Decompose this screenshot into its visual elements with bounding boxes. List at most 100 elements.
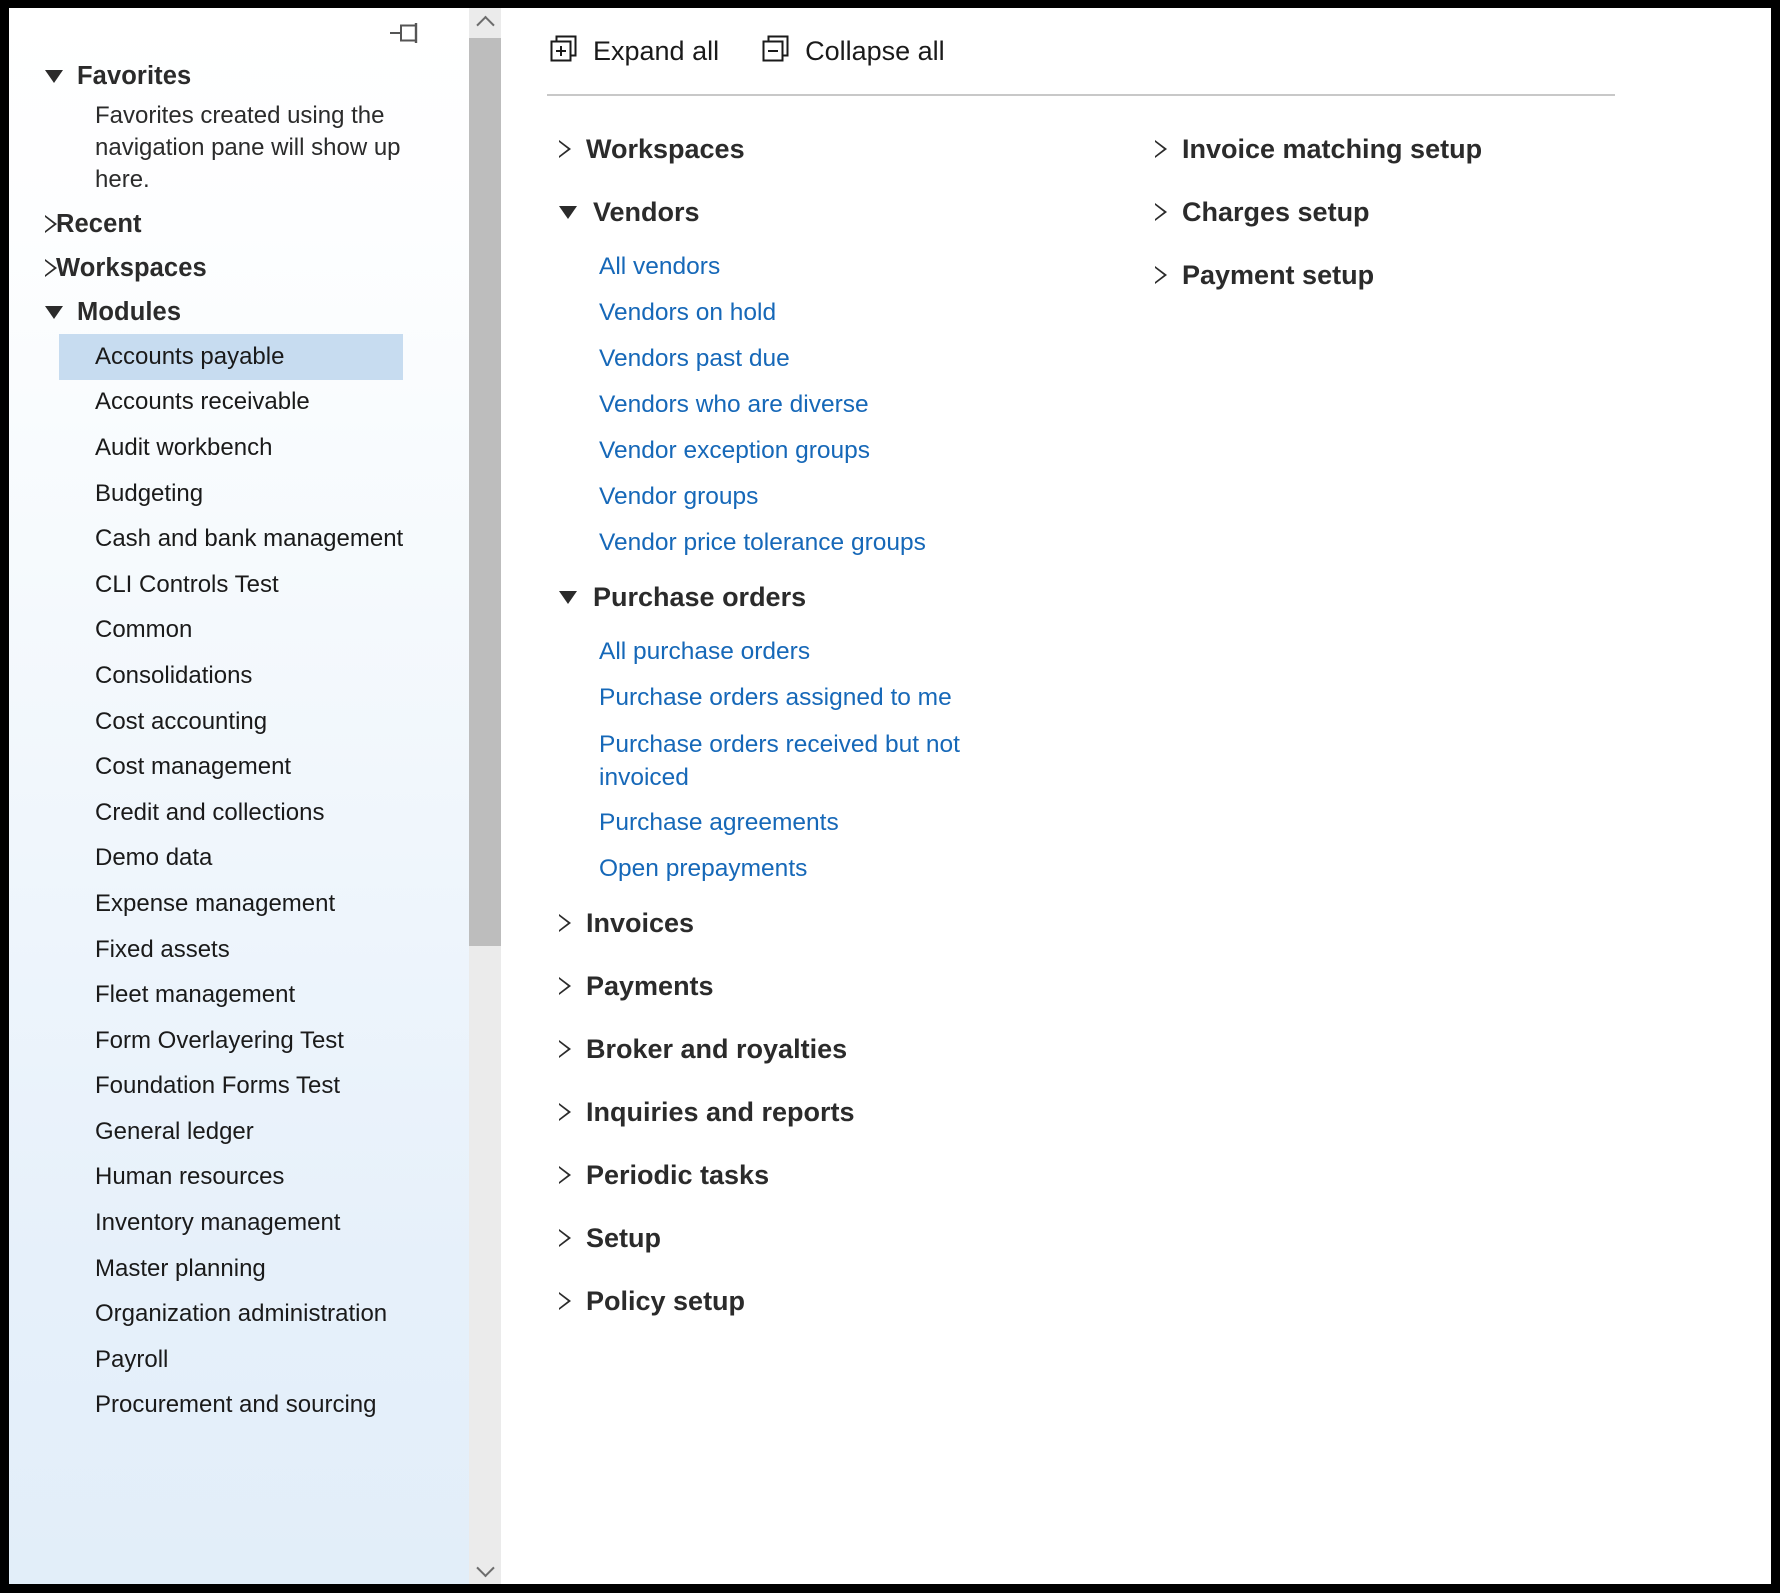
- module-item-expense-management[interactable]: Expense management: [9, 881, 469, 927]
- module-item-general-ledger[interactable]: General ledger: [9, 1109, 469, 1155]
- tree-section-label: Periodic tasks: [586, 1160, 770, 1190]
- module-item-fixed-assets[interactable]: Fixed assets: [9, 927, 469, 973]
- module-item-master-planning[interactable]: Master planning: [9, 1246, 469, 1292]
- nav-group-workspaces[interactable]: Workspaces: [9, 246, 469, 290]
- module-item-label: Form Overlayering Test: [95, 1026, 344, 1054]
- tree-section-payments[interactable]: Payments: [501, 955, 1071, 1018]
- module-item-label: Master planning: [95, 1254, 266, 1282]
- module-item-procurement-and-sourcing[interactable]: Procurement and sourcing: [9, 1383, 469, 1429]
- module-item-cost-management[interactable]: Cost management: [9, 744, 469, 790]
- tree-section-broker-and-royalties[interactable]: Broker and royalties: [501, 1018, 1071, 1081]
- module-item-consolidations[interactable]: Consolidations: [9, 653, 469, 699]
- tree-section-vendors[interactable]: Vendors: [501, 181, 1071, 244]
- module-item-credit-and-collections[interactable]: Credit and collections: [9, 790, 469, 836]
- module-item-label: Accounts payable: [95, 342, 285, 370]
- tree-link-vendor-exception-groups[interactable]: Vendor exception groups: [501, 428, 971, 474]
- tree-link-purchase-orders-assigned-to-me[interactable]: Purchase orders assigned to me: [501, 675, 971, 721]
- tree-link-vendor-groups[interactable]: Vendor groups: [501, 474, 971, 520]
- triangle-right-icon: [1155, 266, 1167, 285]
- triangle-right-icon: [45, 214, 57, 234]
- tree-link-vendors-who-are-diverse[interactable]: Vendors who are diverse: [501, 382, 971, 428]
- tree-section-invoices[interactable]: Invoices: [501, 892, 1071, 955]
- module-item-label: Procurement and sourcing: [95, 1391, 377, 1419]
- tree-columns: Workspaces Vendors All vendors Vendors on h…: [501, 104, 1771, 1584]
- module-item-label: Cost accounting: [95, 707, 268, 735]
- module-item-form-overlayering-test[interactable]: Form Overlayering Test: [9, 1018, 469, 1064]
- module-item-payroll[interactable]: Payroll: [9, 1337, 469, 1383]
- tree-link-purchase-agreements[interactable]: Purchase agreements: [501, 800, 971, 846]
- module-item-inventory-management[interactable]: Inventory management: [9, 1200, 469, 1246]
- nav-group-modules[interactable]: Modules: [9, 290, 469, 334]
- triangle-right-icon: [559, 914, 571, 933]
- navigation-pane: Favorites Favorites created using the na…: [9, 8, 501, 1584]
- tree-section-label: Setup: [586, 1223, 662, 1253]
- tree-section-workspaces[interactable]: Workspaces: [501, 118, 1071, 181]
- scrollbar-down-button[interactable]: [469, 1554, 501, 1584]
- tree-link-vendors-past-due[interactable]: Vendors past due: [501, 336, 971, 382]
- scrollbar-up-button[interactable]: [469, 8, 501, 38]
- triangle-right-icon: [559, 977, 571, 996]
- triangle-down-icon: [45, 69, 63, 83]
- nav-group-favorites[interactable]: Favorites: [9, 54, 469, 98]
- module-item-cli-controls-test[interactable]: CLI Controls Test: [9, 562, 469, 608]
- expand-all-button[interactable]: Expand all: [549, 33, 719, 70]
- chevron-up-icon: [475, 15, 495, 34]
- tree-section-label: Inquiries and reports: [586, 1097, 855, 1127]
- module-item-label: Common: [95, 616, 193, 644]
- module-item-label: Cost management: [95, 753, 292, 781]
- triangle-right-icon: [559, 140, 571, 159]
- module-item-fleet-management[interactable]: Fleet management: [9, 972, 469, 1018]
- triangle-right-icon: [559, 1229, 571, 1248]
- navigation-scrollbar[interactable]: [469, 8, 501, 1584]
- collapse-all-icon: [761, 33, 791, 70]
- tree-link-vendor-price-tolerance-groups[interactable]: Vendor price tolerance groups: [501, 520, 971, 566]
- tree-section-invoice-matching-setup[interactable]: Invoice matching setup: [1097, 118, 1771, 181]
- tree-section-inquiries-and-reports[interactable]: Inquiries and reports: [501, 1081, 1071, 1144]
- tree-section-charges-setup[interactable]: Charges setup: [1097, 181, 1771, 244]
- triangle-right-icon: [45, 258, 57, 278]
- tree-section-purchase-orders[interactable]: Purchase orders: [501, 566, 1071, 629]
- tree-link-all-vendors[interactable]: All vendors: [501, 244, 971, 290]
- module-item-label: Inventory management: [95, 1209, 341, 1237]
- navigation-scroll-area: Favorites Favorites created using the na…: [9, 8, 469, 1584]
- tree-section-payment-setup[interactable]: Payment setup: [1097, 244, 1771, 307]
- module-item-common[interactable]: Common: [9, 608, 469, 654]
- module-item-organization-administration[interactable]: Organization administration: [9, 1291, 469, 1337]
- triangle-right-icon: [559, 1292, 571, 1311]
- tree-link-all-purchase-orders[interactable]: All purchase orders: [501, 629, 971, 675]
- chevron-down-icon: [475, 1558, 495, 1577]
- module-item-label: Demo data: [95, 844, 213, 872]
- module-item-human-resources[interactable]: Human resources: [9, 1155, 469, 1201]
- tree-column-left: Workspaces Vendors All vendors Vendors on h…: [501, 104, 1071, 1584]
- tree-section-policy-setup[interactable]: Policy setup: [501, 1270, 1071, 1333]
- module-item-label: General ledger: [95, 1117, 254, 1145]
- nav-group-recent[interactable]: Recent: [9, 202, 469, 246]
- tree-section-label: Charges setup: [1182, 197, 1370, 227]
- module-item-cost-accounting[interactable]: Cost accounting: [9, 699, 469, 745]
- toolbar-divider: [547, 94, 1615, 96]
- module-item-accounts-payable[interactable]: Accounts payable: [59, 334, 403, 380]
- module-item-label: Audit workbench: [95, 433, 273, 461]
- module-item-audit-workbench[interactable]: Audit workbench: [9, 425, 469, 471]
- tree-link-purchase-orders-received-but-not-invoiced[interactable]: Purchase orders received but not invoice…: [501, 721, 971, 800]
- module-item-demo-data[interactable]: Demo data: [9, 836, 469, 882]
- tree-section-label: Vendors: [593, 197, 700, 227]
- module-item-cash-and-bank-management[interactable]: Cash and bank management: [9, 516, 469, 562]
- triangle-down-icon: [45, 305, 63, 319]
- tree-link-open-prepayments[interactable]: Open prepayments: [501, 846, 971, 892]
- module-item-budgeting[interactable]: Budgeting: [9, 471, 469, 517]
- tree-section-periodic-tasks[interactable]: Periodic tasks: [501, 1144, 1071, 1207]
- tree-section-setup[interactable]: Setup: [501, 1207, 1071, 1270]
- favorites-empty-note: Favorites created using the navigation p…: [95, 102, 401, 193]
- module-item-accounts-receivable[interactable]: Accounts receivable: [9, 380, 469, 426]
- tree-section-label: Payment setup: [1182, 260, 1375, 290]
- module-item-label: Consolidations: [95, 661, 253, 689]
- collapse-all-button[interactable]: Collapse all: [761, 33, 945, 70]
- triangle-right-icon: [559, 1103, 571, 1122]
- tree-link-vendors-on-hold[interactable]: Vendors on hold: [501, 290, 971, 336]
- module-item-foundation-forms-test[interactable]: Foundation Forms Test: [9, 1064, 469, 1110]
- triangle-right-icon: [559, 1040, 571, 1059]
- triangle-down-icon: [559, 206, 577, 219]
- triangle-down-icon: [559, 591, 577, 604]
- scrollbar-thumb[interactable]: [469, 38, 501, 946]
